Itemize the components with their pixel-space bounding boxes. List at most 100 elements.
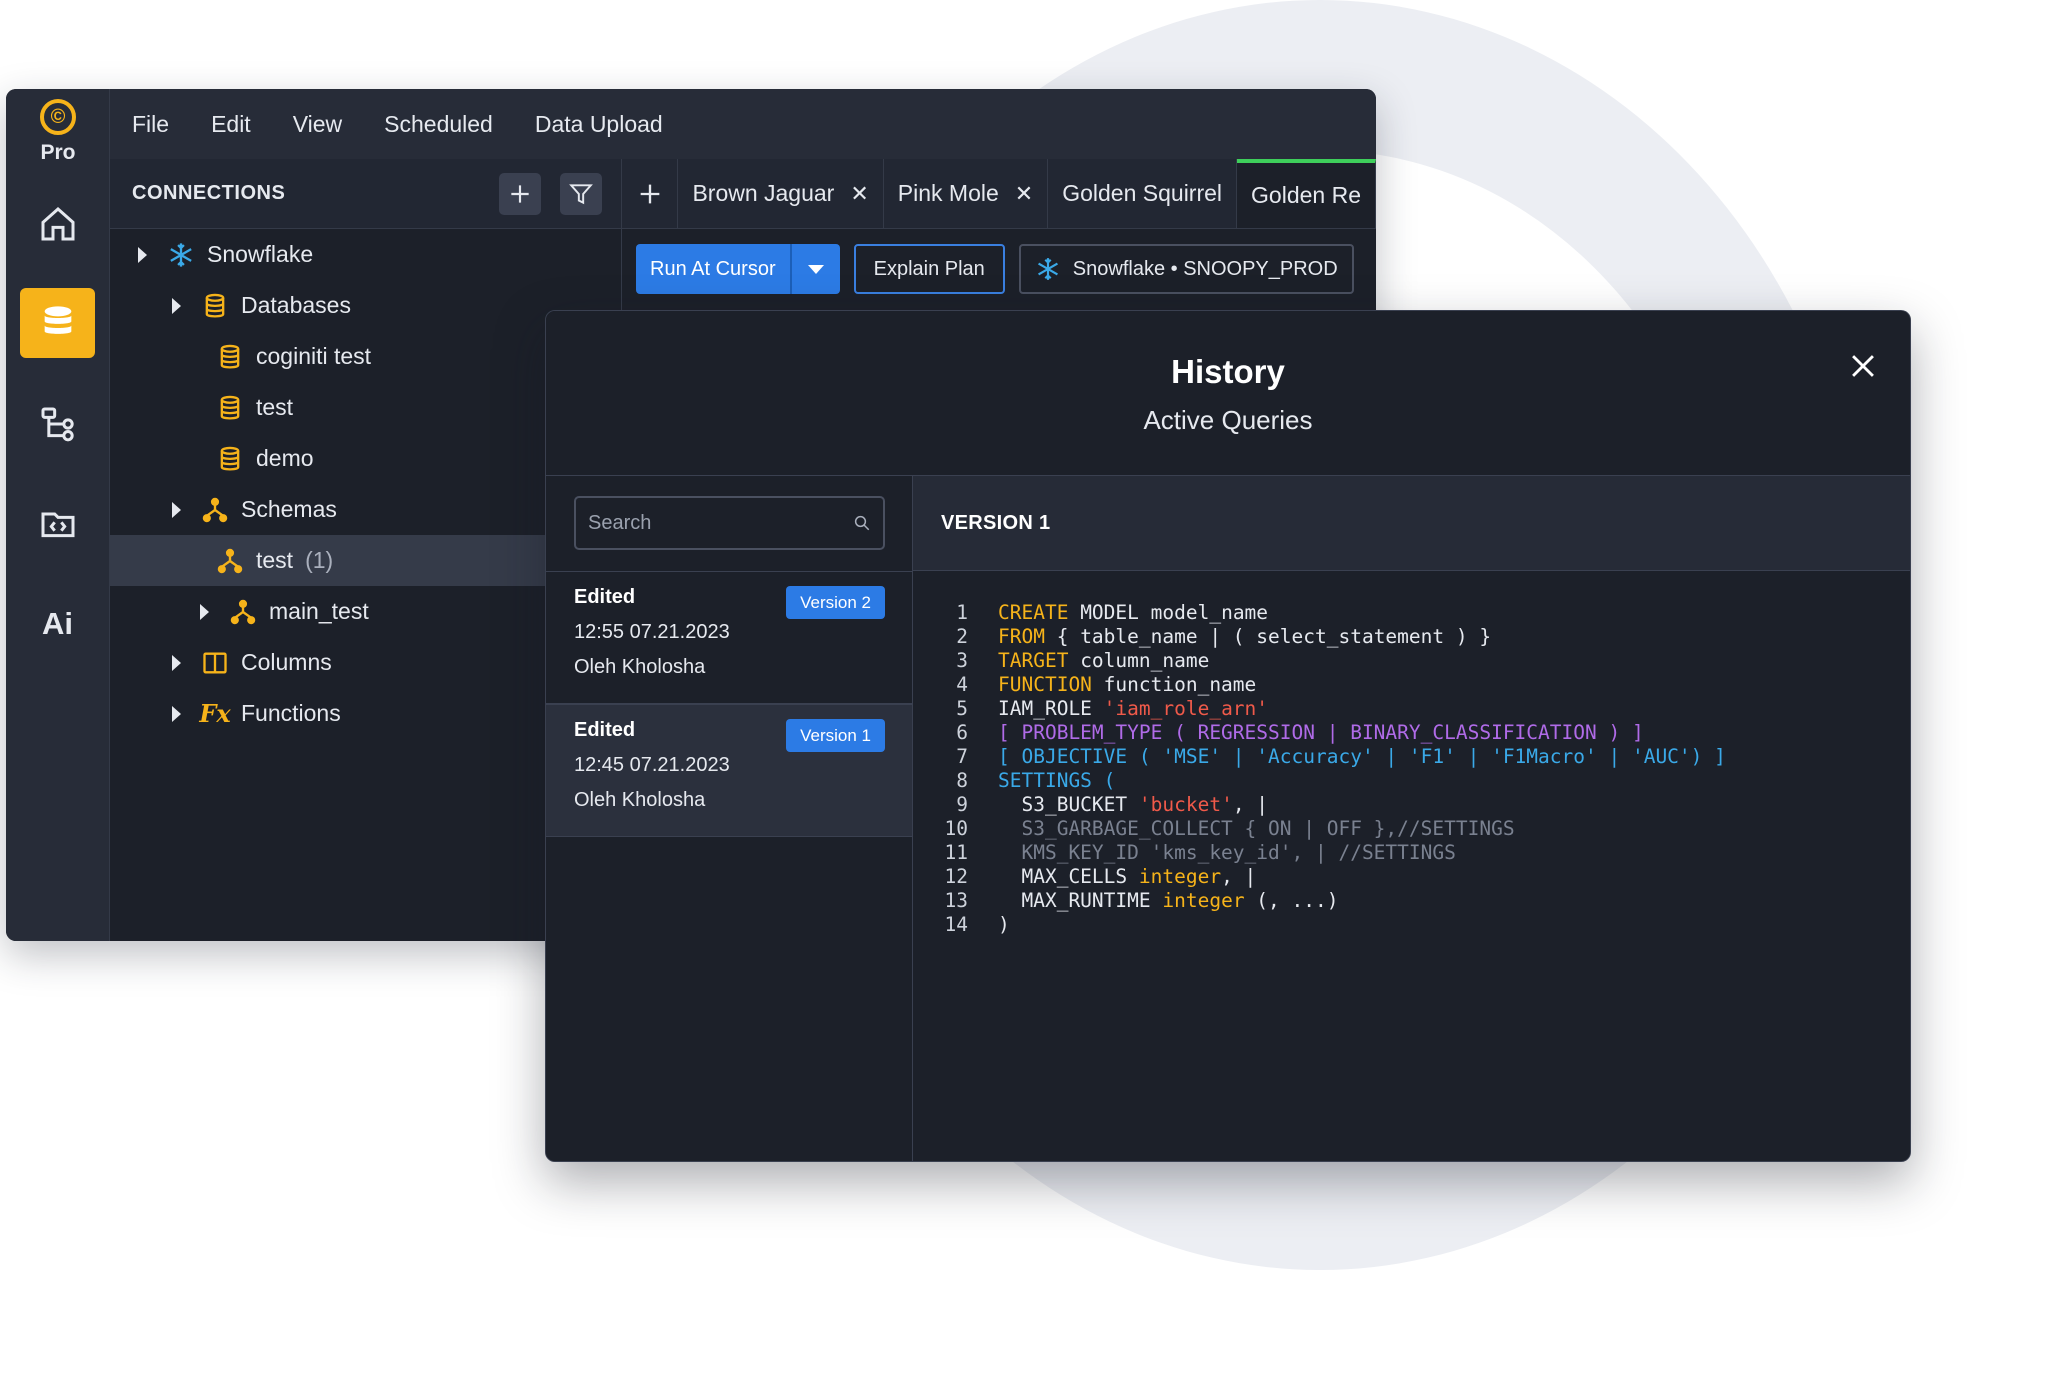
- tab-label: Pink Mole: [897, 180, 999, 206]
- rail-catalog-button[interactable]: [20, 489, 95, 559]
- code-token: FUNCTION: [998, 673, 1092, 696]
- close-dialog-button[interactable]: [1846, 349, 1880, 383]
- expand-caret-icon[interactable]: [172, 501, 181, 518]
- tab-pink-mole[interactable]: Pink Mole ✕: [884, 159, 1049, 228]
- tree-item-label: Functions: [241, 700, 341, 726]
- code-token: [ PROBLEM_TYPE ( REGRESSION | BINARY_CLA…: [998, 721, 1644, 744]
- close-tab-icon[interactable]: ✕: [850, 181, 868, 207]
- code-folder-icon: [41, 512, 74, 538]
- menu-view[interactable]: View: [293, 111, 342, 138]
- code-token: 'iam_role_arn': [1103, 697, 1269, 720]
- code-token: function_name: [1091, 673, 1257, 696]
- expand-caret-icon[interactable]: [172, 654, 181, 671]
- filter-connections-button[interactable]: [560, 172, 602, 215]
- code-token: MAX_RUNTIME: [998, 889, 1163, 912]
- history-entry-selected[interactable]: Edited 12:45 07.21.2023 Oleh Kholosha Ve…: [546, 704, 912, 837]
- run-label[interactable]: Run At Cursor: [636, 244, 790, 294]
- code-line: 7 [ OBJECTIVE ( 'MSE' | 'Accuracy' | 'F1'…: [913, 745, 1726, 769]
- tree-item-count: (1): [305, 547, 334, 573]
- code-token: , |: [1221, 865, 1257, 888]
- rail-lineage-button[interactable]: [20, 389, 95, 459]
- editor-tab-bar: Brown Jaguar ✕ Pink Mole ✕ Golden Squirr…: [622, 159, 1376, 229]
- code-line: 13 MAX_RUNTIME integer (, ...): [913, 889, 1726, 913]
- connections-header: CONNECTIONS: [110, 159, 621, 229]
- history-subtitle: Active Queries: [1143, 405, 1313, 435]
- expand-caret-icon[interactable]: [138, 246, 147, 263]
- schema-icon: [216, 547, 244, 575]
- entry-author: Oleh Kholosha: [574, 789, 706, 811]
- function-icon: Fx: [199, 699, 231, 728]
- menu-scheduled[interactable]: Scheduled: [384, 111, 493, 138]
- menu-bar: File Edit View Scheduled Data Upload: [110, 89, 1376, 159]
- version-header: VERSION 1: [913, 476, 1910, 571]
- edition-label: Pro: [40, 141, 76, 164]
- code-line: 14): [913, 913, 1726, 937]
- menu-data-upload[interactable]: Data Upload: [535, 111, 663, 138]
- code-line: 12 MAX_CELLS integer, |: [913, 865, 1726, 889]
- code-token: S3_GARBAGE_COLLECT { ON | OFF },//SETTIN…: [998, 817, 1515, 840]
- code-token: (, ...): [1244, 889, 1339, 912]
- new-tab-button[interactable]: [622, 159, 679, 228]
- rail-home-button[interactable]: [20, 189, 95, 259]
- schema-icon: [229, 598, 257, 626]
- explain-plan-button[interactable]: Explain Plan: [853, 244, 1005, 294]
- snowflake-icon: [1037, 258, 1058, 280]
- add-connection-button[interactable]: [499, 172, 541, 215]
- code-block[interactable]: 1 CREATE MODEL model_name 2 FROM { table_na…: [913, 601, 1726, 937]
- search-input[interactable]: [588, 511, 853, 535]
- line-number: 11: [944, 841, 968, 864]
- line-number: 6: [956, 721, 968, 744]
- code-token: { table_name | ( select_statement ) }: [1044, 625, 1492, 648]
- schema-icon: [201, 496, 229, 524]
- tab-brown-jaguar[interactable]: Brown Jaguar ✕: [678, 159, 884, 228]
- code-token: [ OBJECTIVE ( 'MSE' | 'Accuracy' | 'F1' …: [998, 745, 1726, 768]
- run-at-cursor-button[interactable]: Run At Cursor: [636, 244, 840, 294]
- code-line: 1 CREATE MODEL model_name: [913, 601, 1726, 625]
- tab-golden-re[interactable]: Golden Re: [1237, 159, 1376, 228]
- version-badge[interactable]: Version 1: [786, 719, 885, 752]
- line-number: 7: [956, 745, 968, 768]
- rail-database-button[interactable]: [20, 288, 95, 358]
- tree-item-label: Columns: [241, 649, 332, 675]
- entry-timestamp: 12:55 07.21.2023: [574, 621, 730, 643]
- expand-caret-icon[interactable]: [172, 705, 181, 722]
- line-number: 13: [944, 889, 968, 912]
- history-search[interactable]: [574, 496, 885, 550]
- menu-file[interactable]: File: [132, 111, 169, 138]
- database-icon: [44, 306, 71, 334]
- tree-item-snowflake[interactable]: Snowflake: [110, 229, 621, 280]
- version-badge[interactable]: Version 2: [786, 586, 885, 619]
- home-icon: [41, 206, 74, 241]
- tree-item-label: main_test: [269, 598, 369, 624]
- line-number: 4: [956, 673, 968, 696]
- line-number: 2: [956, 625, 968, 648]
- expand-caret-icon[interactable]: [172, 297, 181, 314]
- rail-ai-button[interactable]: Ai: [20, 589, 95, 659]
- code-token: integer: [1162, 889, 1245, 912]
- connection-selector[interactable]: Snowflake • SNOOPY_PROD: [1018, 244, 1354, 294]
- chevron-down-icon: [807, 264, 824, 274]
- editor-toolbar: Run At Cursor Explain Plan Snowflake • S…: [636, 244, 1354, 294]
- close-tab-icon[interactable]: ✕: [1015, 181, 1033, 207]
- code-token: integer: [1138, 865, 1222, 888]
- connection-label: Snowflake • SNOOPY_PROD: [1072, 257, 1338, 280]
- code-line: 9 S3_BUCKET 'bucket', |: [913, 793, 1726, 817]
- menu-edit[interactable]: Edit: [211, 111, 251, 138]
- tree-item-label: Snowflake: [207, 241, 314, 267]
- connections-title: CONNECTIONS: [132, 182, 286, 204]
- tree-item-label: demo: [256, 445, 314, 471]
- expand-caret-icon[interactable]: [200, 603, 209, 620]
- plus-icon: [640, 184, 660, 203]
- code-token: SETTINGS (: [998, 769, 1116, 792]
- database-icon: [216, 445, 244, 473]
- history-entry[interactable]: Edited 12:55 07.21.2023 Oleh Kholosha Ve…: [546, 571, 912, 704]
- code-line: 4 FUNCTION function_name: [913, 673, 1726, 697]
- code-token: , |: [1232, 793, 1269, 816]
- tab-golden-squirrel[interactable]: Golden Squirrel: [1048, 159, 1238, 228]
- entry-author: Oleh Kholosha: [574, 656, 706, 678]
- filter-icon: [569, 183, 593, 204]
- line-number: 14: [944, 913, 968, 936]
- line-number: 10: [944, 817, 968, 840]
- coginiti-logo-icon: ©: [40, 99, 76, 135]
- run-options-dropdown[interactable]: [789, 244, 840, 294]
